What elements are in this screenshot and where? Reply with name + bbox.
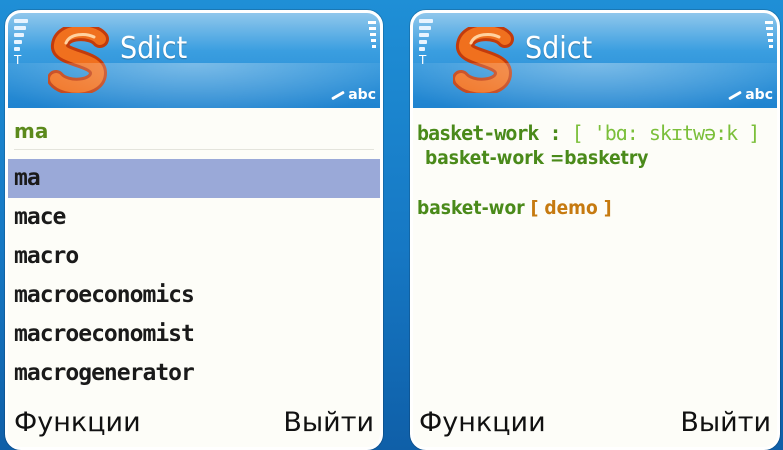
definition-line: basket-work =basketry — [425, 147, 649, 169]
functions-softkey[interactable]: Функции — [14, 407, 141, 438]
exit-softkey[interactable]: Выйти — [283, 407, 374, 438]
list-item[interactable]: macroeconomist — [8, 315, 380, 354]
softkey-bar: Функции Выйти — [8, 397, 380, 447]
demo-tag: [ demo ] — [530, 197, 612, 219]
list-item[interactable]: macro — [8, 237, 380, 276]
pen-input-icon — [728, 90, 742, 100]
status-header: T Sdict abc — [8, 13, 380, 108]
entry-heading: basket-work : [ 'bɑ: skɪtwə:k ] — [417, 121, 773, 145]
demo-word: basket-wor — [417, 197, 525, 219]
signal-strength-icon: T — [14, 19, 28, 81]
phone-screen-entry: T Sdict abc basket-work : [ 'bɑ: skɪtwə:… — [410, 10, 780, 450]
functions-softkey[interactable]: Функции — [419, 407, 546, 438]
app-title: Sdict — [525, 31, 593, 66]
phone-screen-word-list: T Sdict abc ma ma mace macro macroeconom… — [5, 10, 383, 450]
word-list: ma mace macro macroeconomics macroeconom… — [8, 159, 380, 393]
list-item[interactable]: macrogenerator — [8, 354, 380, 393]
sdict-logo-icon — [452, 23, 517, 96]
transcription: [ 'bɑ: skɪtwə:k ] — [571, 121, 761, 145]
dictionary-entry: basket-work : [ 'bɑ: skɪtwə:k ] basket-w… — [417, 121, 773, 221]
pen-input-icon — [331, 90, 345, 100]
input-mode-label: abc — [745, 87, 773, 103]
list-item[interactable]: macroeconomics — [8, 276, 380, 315]
battery-icon — [765, 21, 773, 61]
signal-strength-icon: T — [419, 19, 433, 81]
search-input[interactable]: ma — [14, 113, 374, 150]
list-item[interactable]: mace — [8, 198, 380, 237]
input-mode-label: abc — [348, 87, 376, 103]
status-header: T Sdict abc — [413, 13, 777, 108]
exit-softkey[interactable]: Выйти — [680, 407, 771, 438]
demo-line: basket-wor [ demo ] — [417, 195, 773, 221]
app-title: Sdict — [120, 31, 188, 66]
battery-icon — [368, 21, 376, 61]
headword: basket-work : — [417, 121, 562, 145]
softkey-bar: Функции Выйти — [413, 397, 777, 447]
input-mode-indicator: abc — [331, 87, 376, 103]
input-mode-indicator: abc — [728, 87, 773, 103]
sdict-logo-icon — [47, 23, 112, 96]
list-item[interactable]: ma — [8, 159, 380, 198]
